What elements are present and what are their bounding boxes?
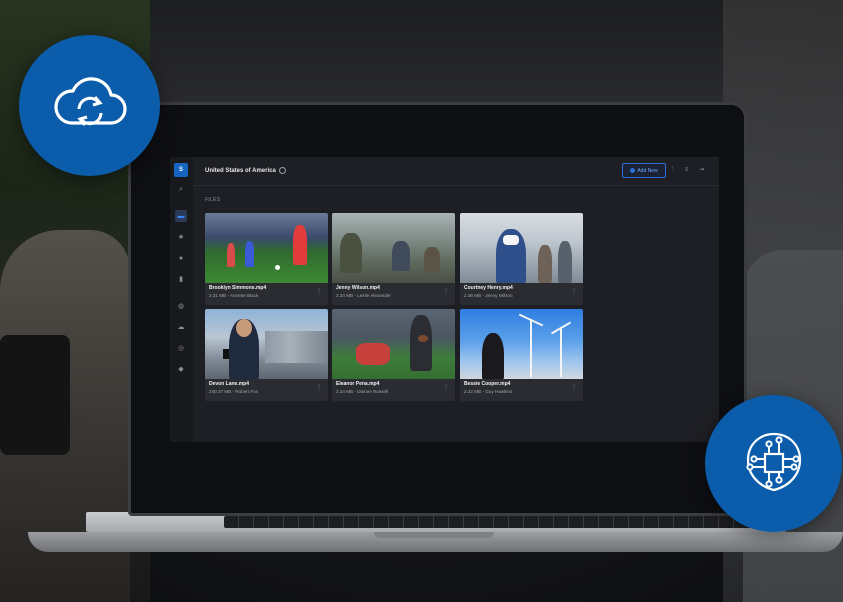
breadcrumb-label: United States of America [205,168,276,175]
filter-icon[interactable]: ⫶ [669,166,676,173]
search-icon[interactable]: ⌕ [175,184,187,196]
video-thumbnail [332,213,455,283]
ai-chip-badge [705,395,842,532]
clock-icon[interactable]: ● [175,252,187,264]
location-icon[interactable]: ◆ [175,363,187,375]
plus-icon [630,168,636,173]
collapse-icon[interactable]: ⇥ [698,166,705,173]
info-icon[interactable] [278,167,286,174]
file-meta: 2.24 MB - Dianne Russell [336,389,389,394]
sidebar: S ⌕ ▬ ★ ● ▮ ◍ ☁ ◎ ◆ [170,157,193,442]
background-wall [150,0,723,110]
more-options-icon[interactable]: ⋮ [571,385,577,391]
cloud-sync-icon [53,76,127,126]
add-new-label: Add New [637,167,658,174]
file-card[interactable]: Bessie Cooper.mp4 2.22 MB - Guy Hawkins … [460,309,583,401]
list-view-icon[interactable]: ≡ [683,166,690,173]
more-options-icon[interactable]: ⋮ [316,289,322,295]
file-card[interactable]: Brooklyn Simmons.mp4 2.31 MB - Annette B… [205,213,328,305]
file-name: Jenny Wilson.mp4 [336,285,380,291]
more-options-icon[interactable]: ⋮ [443,385,449,391]
file-name: Devon Lane.mp4 [209,381,250,387]
top-bar: United States of America Add New ⫶ ≡ ⇥ [193,157,719,186]
app-logo[interactable]: S [174,163,188,177]
video-thumbnail [332,309,455,379]
ai-chip-icon [745,432,801,491]
file-name: Eleanor Pena.mp4 [336,381,380,387]
file-meta: 2.31 MB - Annette Black [209,293,259,298]
file-card[interactable]: Devon Lane.mp4 240.37 MB - Robert Fox ⋮ [205,309,328,401]
video-thumbnail [205,213,328,283]
file-meta: 2.36 MB - Jenny Wilson [464,293,513,298]
video-thumbnail [460,213,583,283]
laptop-keyboard [224,516,764,528]
cloud-icon[interactable]: ☁ [175,321,187,333]
cloud-sync-badge [19,35,160,176]
more-options-icon[interactable]: ⋮ [443,289,449,295]
file-meta: 240.37 MB - Robert Fox [209,389,259,394]
file-card[interactable]: Eleanor Pena.mp4 2.24 MB - Dianne Russel… [332,309,455,401]
laptop-base [28,512,843,552]
file-card[interactable]: Jenny Wilson.mp4 2.34 MB - Leslie Alexan… [332,213,455,305]
section-label: FILES [205,197,221,203]
file-name: Bessie Cooper.mp4 [464,381,511,387]
app-window: S ⌕ ▬ ★ ● ▮ ◍ ☁ ◎ ◆ United States of Ame… [170,157,719,442]
star-icon[interactable]: ★ [175,231,187,243]
more-options-icon[interactable]: ⋮ [571,289,577,295]
file-name: Courtney Henry.mp4 [464,285,513,291]
file-meta: 2.22 MB - Guy Hawkins [464,389,513,394]
file-meta: 2.34 MB - Leslie Alexander [336,293,391,298]
folder-icon[interactable]: ▬ [175,210,187,222]
globe-icon[interactable]: ◍ [175,300,187,312]
breadcrumb[interactable]: United States of America [205,167,286,174]
settings-icon[interactable]: ◎ [175,342,187,354]
file-name: Brooklyn Simmons.mp4 [209,285,267,291]
file-card[interactable]: Courtney Henry.mp4 2.36 MB - Jenny Wilso… [460,213,583,305]
video-thumbnail [460,309,583,379]
more-options-icon[interactable]: ⋮ [316,385,322,391]
trash-icon[interactable]: ▮ [175,273,187,285]
add-new-button[interactable]: Add New [622,163,666,178]
video-thumbnail [205,309,328,379]
laptop-notch [374,532,494,538]
background-camera [0,335,70,455]
